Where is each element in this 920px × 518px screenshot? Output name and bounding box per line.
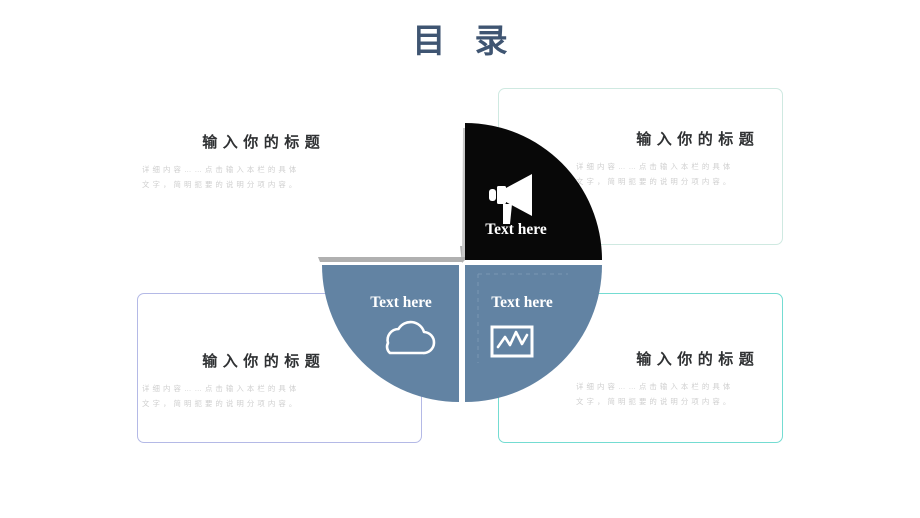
quadrant-pie-diagram: Text here Text here Text here	[300, 118, 630, 418]
pie-slice-top-right-shape[interactable]	[465, 123, 602, 260]
slice-label-top-right: Text here	[485, 221, 547, 238]
pie-slice-bottom-right[interactable]: Text here	[465, 265, 602, 402]
pie-svg: Text here Text here Text here	[318, 123, 602, 402]
pie-slice-top-left	[318, 128, 467, 262]
slice-label-bottom-left: Text here	[370, 294, 432, 311]
pie-slice-bottom-left[interactable]: Text here	[322, 265, 459, 402]
pie-slice-top-right[interactable]: Text here	[465, 123, 602, 260]
page-title: 目 录	[412, 22, 518, 59]
pie-slice-top-left-underside	[318, 257, 467, 262]
slice-label-bottom-right: Text here	[491, 294, 553, 311]
